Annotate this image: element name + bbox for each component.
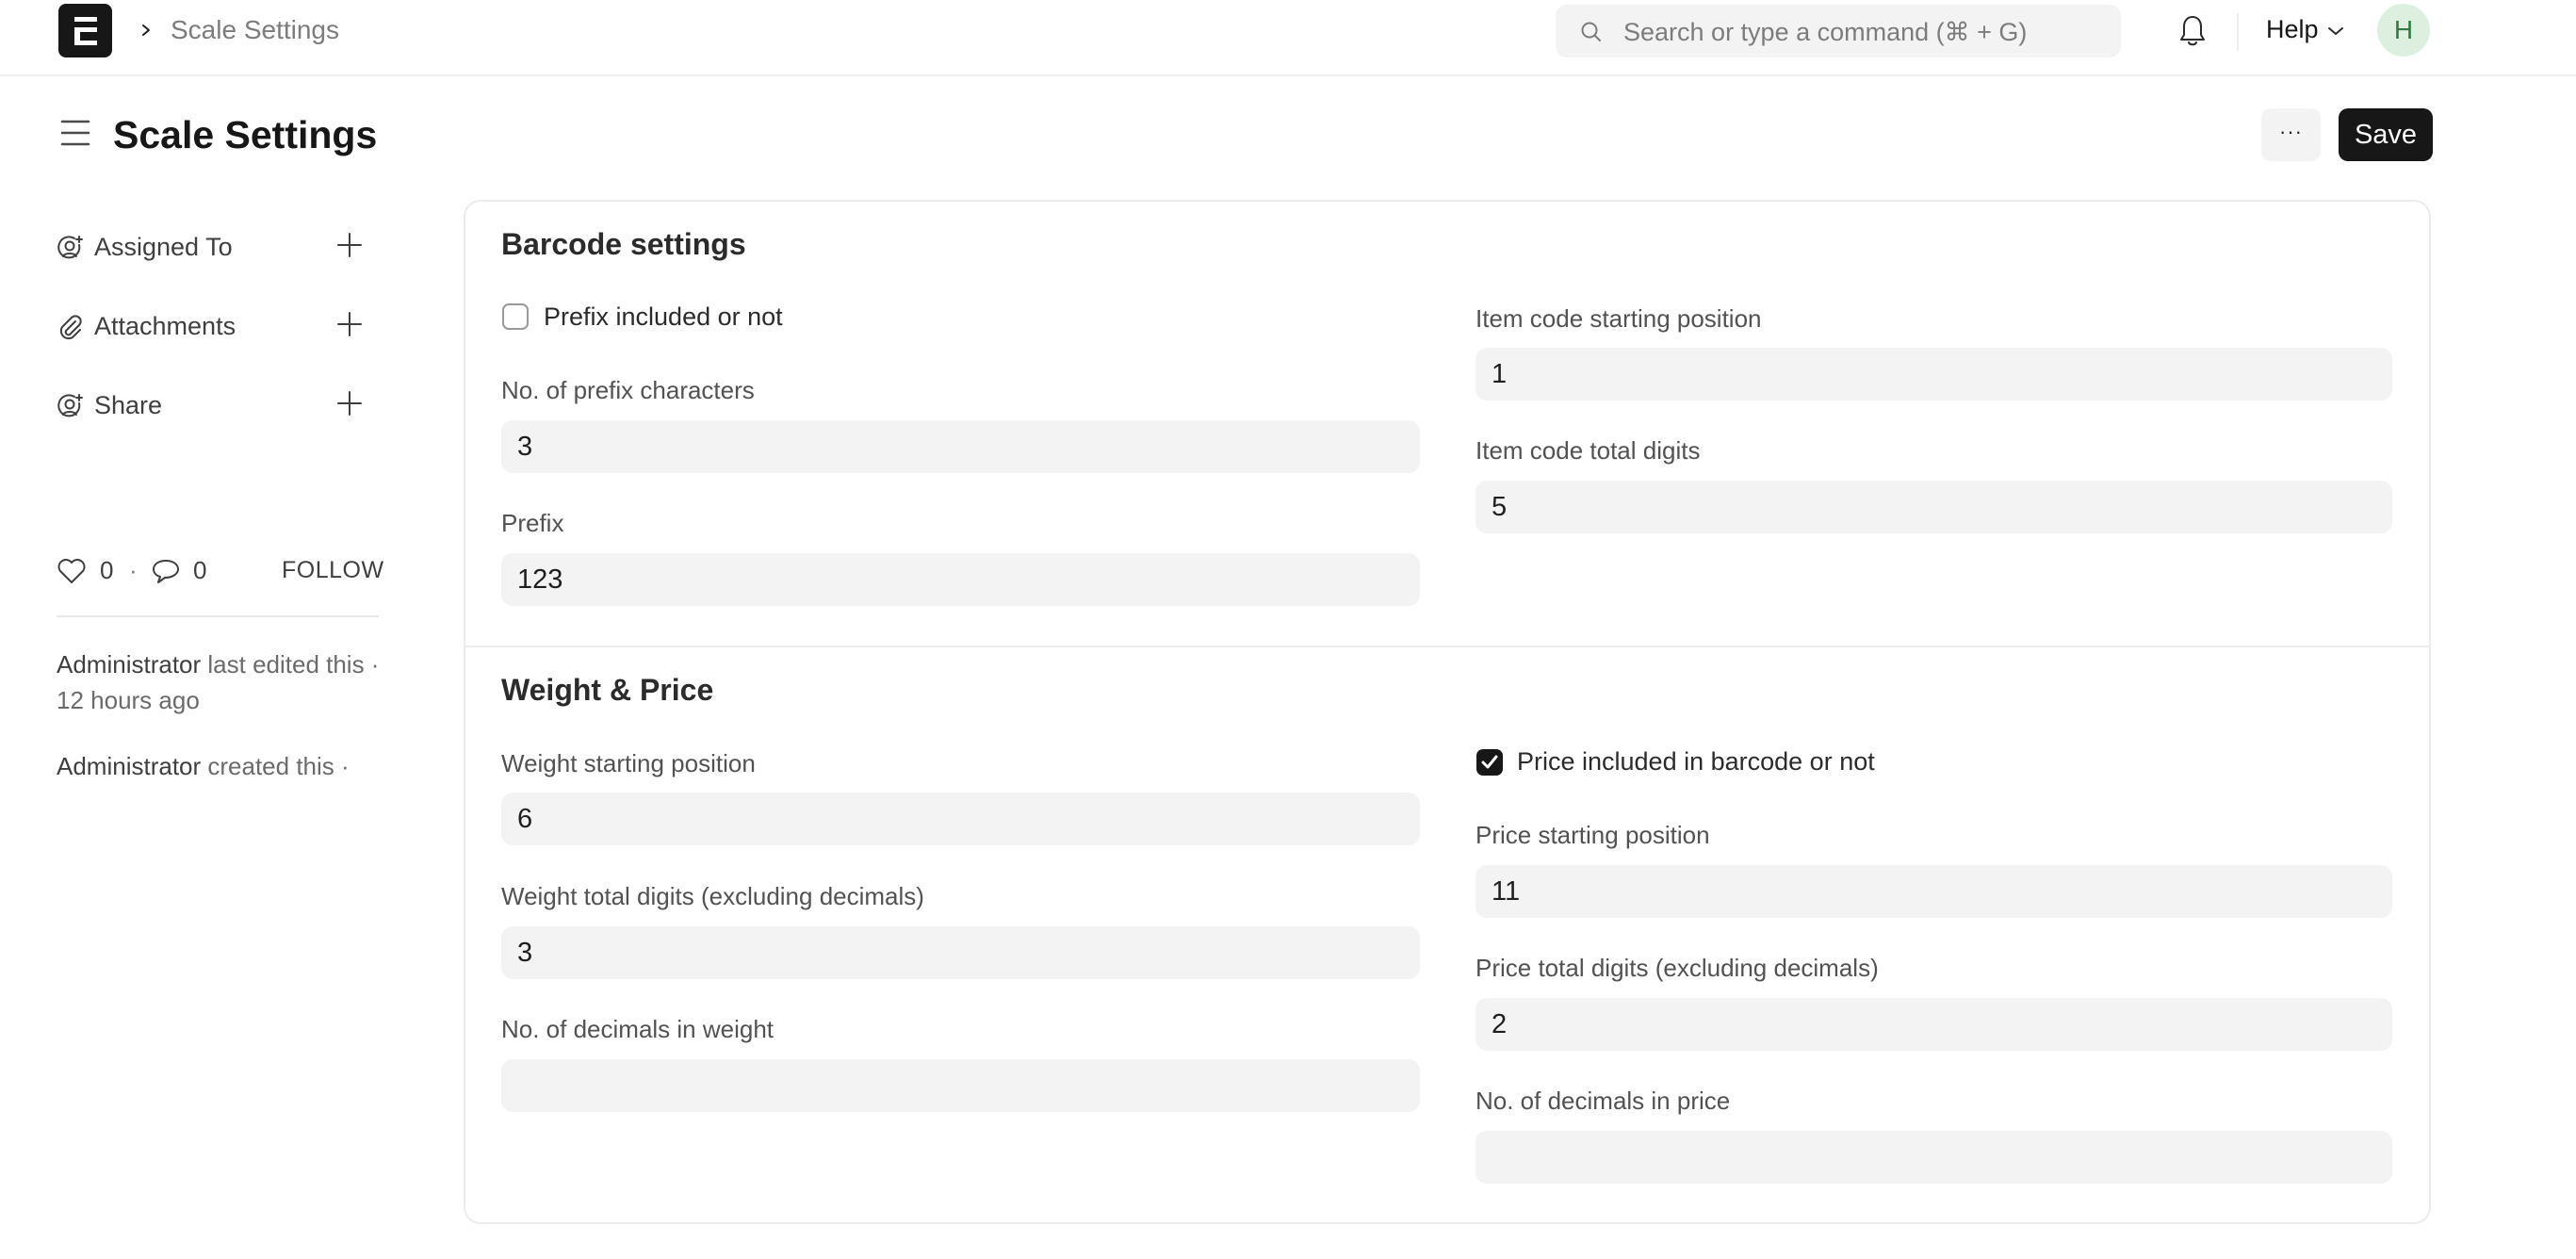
heart-icon[interactable]: [57, 558, 87, 584]
add-share-plus-icon[interactable]: [335, 389, 364, 417]
notifications-bell-icon[interactable]: [2177, 14, 2208, 53]
save-button[interactable]: Save: [2339, 108, 2433, 161]
sidebar-item-label: Share: [94, 391, 163, 419]
more-actions-button[interactable]: ···: [2261, 108, 2321, 161]
price-start-input[interactable]: [1475, 865, 2392, 918]
prefix-input[interactable]: [501, 553, 1420, 606]
sidebar-item-label: Attachments: [94, 312, 236, 340]
prefix-characters-label: No. of prefix characters: [501, 376, 755, 404]
prefix-included-checkbox[interactable]: [502, 303, 529, 330]
search-input[interactable]: Search or type a command (⌘ + G): [1623, 17, 2027, 47]
weight-start-input[interactable]: [501, 793, 1420, 845]
section-title-barcode-settings: Barcode settings: [501, 227, 746, 261]
prefix-characters-input[interactable]: [501, 420, 1420, 473]
prefix-included-label[interactable]: Prefix included or not: [544, 301, 783, 333]
breadcrumb-chevron-icon: [139, 17, 156, 43]
price-decimals-input[interactable]: [1475, 1131, 2392, 1184]
weight-digits-input[interactable]: [501, 926, 1420, 979]
sidebar-toggle-icon[interactable]: [60, 119, 90, 147]
navbar-divider: [2237, 13, 2239, 51]
price-start-label: Price starting position: [1475, 821, 1710, 849]
item-code-digits-label: Item code total digits: [1475, 436, 1701, 465]
user-plus-icon: [57, 394, 83, 417]
sidebar-divider: [57, 615, 379, 617]
item-code-start-input[interactable]: [1475, 348, 2392, 401]
weight-decimals-label: No. of decimals in weight: [501, 1015, 774, 1043]
chevron-down-icon[interactable]: [2327, 25, 2344, 37]
sidebar-item-label: Assigned To: [94, 233, 233, 261]
price-included-checkbox[interactable]: [1476, 749, 1503, 776]
activity-last-edited: Administrator last edited this · 12 hour…: [57, 646, 386, 718]
user-plus-icon: [57, 236, 83, 259]
paperclip-icon: [59, 315, 82, 340]
item-code-digits-input[interactable]: [1475, 481, 2392, 533]
social-stats: 0 · 0 FOLLOW: [57, 554, 383, 588]
weight-digits-label: Weight total digits (excluding decimals): [501, 882, 924, 910]
price-digits-label: Price total digits (excluding decimals): [1475, 954, 1879, 982]
add-assignee-plus-icon[interactable]: [335, 231, 364, 259]
likes-count: 0: [100, 556, 114, 584]
weight-start-label: Weight starting position: [501, 749, 756, 777]
logo-e-icon: [74, 17, 97, 45]
comments-count: 0: [193, 556, 207, 584]
weight-decimals-input[interactable]: [501, 1059, 1420, 1112]
section-divider: [464, 646, 2431, 647]
app-logo[interactable]: [58, 4, 112, 57]
price-decimals-label: No. of decimals in price: [1475, 1087, 1731, 1115]
search-bar[interactable]: Search or type a command (⌘ + G): [1556, 5, 2121, 57]
checkmark-icon: [1481, 755, 1498, 769]
activity-created: Administrator created this ·: [57, 748, 386, 784]
stats-separator: ·: [129, 556, 138, 584]
sidebar-item-share[interactable]: Share: [57, 385, 377, 427]
comment-icon[interactable]: [151, 558, 181, 584]
add-attachment-plus-icon[interactable]: [335, 310, 364, 338]
activity-user[interactable]: Administrator: [57, 650, 201, 679]
page-title: Scale Settings: [113, 113, 378, 156]
breadcrumb-scale-settings[interactable]: Scale Settings: [171, 13, 339, 47]
navbar: Scale Settings Search or type a command …: [0, 0, 2576, 76]
prefix-label: Prefix: [501, 509, 564, 537]
sidebar-item-assigned-to[interactable]: Assigned To: [57, 227, 377, 269]
sidebar-item-attachments[interactable]: Attachments: [57, 306, 377, 348]
follow-button[interactable]: FOLLOW: [282, 554, 384, 586]
price-included-label[interactable]: Price included in barcode or not: [1517, 745, 1875, 777]
price-digits-input[interactable]: [1475, 998, 2392, 1051]
search-icon: [1581, 22, 1601, 41]
section-title-weight-price: Weight & Price: [501, 673, 714, 707]
help-dropdown[interactable]: Help: [2266, 13, 2319, 45]
item-code-start-label: Item code starting position: [1475, 304, 1762, 333]
activity-user[interactable]: Administrator: [57, 752, 201, 780]
activity-text: created this ·: [201, 752, 350, 780]
user-avatar[interactable]: H: [2377, 4, 2430, 57]
